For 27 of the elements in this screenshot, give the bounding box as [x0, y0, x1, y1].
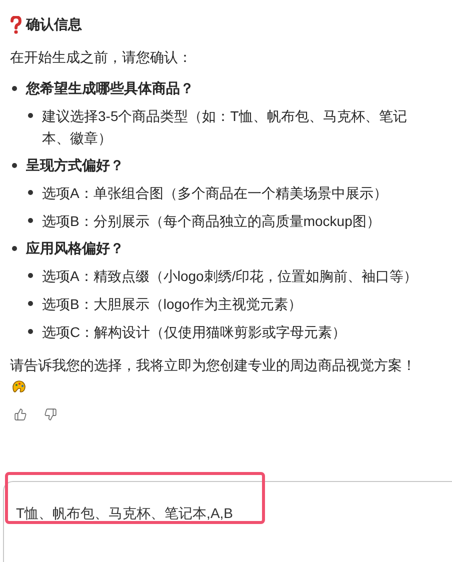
option-text: 选项A：精致点缀（小logo刺绣/印花，位置如胸前、袖口等） — [42, 267, 418, 286]
thumbs-down-icon[interactable] — [44, 408, 57, 421]
question-text: 呈现方式偏好？ — [26, 156, 124, 175]
bullet-icon — [28, 273, 33, 278]
heading: 确认信息 — [26, 15, 82, 34]
option-text: 选项B：大胆展示（logo作为主视觉元素） — [42, 295, 302, 314]
option-text: 选项A：单张组合图（多个商品在一个精美场景中展示） — [42, 184, 388, 203]
option-text: 选项B：分别展示（每个商品独立的高质量mockup图） — [42, 212, 380, 231]
bullet-icon — [28, 329, 33, 334]
bullet-icon — [12, 163, 17, 168]
option-text: 建议选择3-5个商品类型（如：T恤、帆布包、马克杯、笔记本、徽章） — [42, 107, 408, 148]
bullet-icon — [28, 190, 33, 195]
question-text: 您希望生成哪些具体商品？ — [26, 79, 194, 98]
input-value: T恤、帆布包、马克杯、笔记本,A,B — [16, 505, 234, 521]
option-text: 选项C：解构设计（仅使用猫咪剪影或字母元素） — [42, 323, 346, 342]
bullet-icon — [28, 218, 33, 223]
bullet-icon — [12, 246, 17, 251]
bullet-icon — [12, 86, 17, 91]
bullet-icon — [28, 113, 33, 118]
closing-text: 请告诉我您的选择，我将立即为您创建专业的周边商品视觉方案！ — [10, 356, 417, 375]
bullet-icon — [28, 301, 33, 306]
palette-icon — [12, 380, 26, 394]
intro-text: 在开始生成之前，请您确认： — [10, 48, 193, 67]
question-mark-icon — [10, 16, 22, 34]
message-input-field[interactable]: T恤、帆布包、马克杯、笔记本,A,B — [3, 481, 452, 562]
question-text: 应用风格偏好？ — [26, 239, 124, 258]
thumbs-up-icon[interactable] — [14, 408, 27, 421]
